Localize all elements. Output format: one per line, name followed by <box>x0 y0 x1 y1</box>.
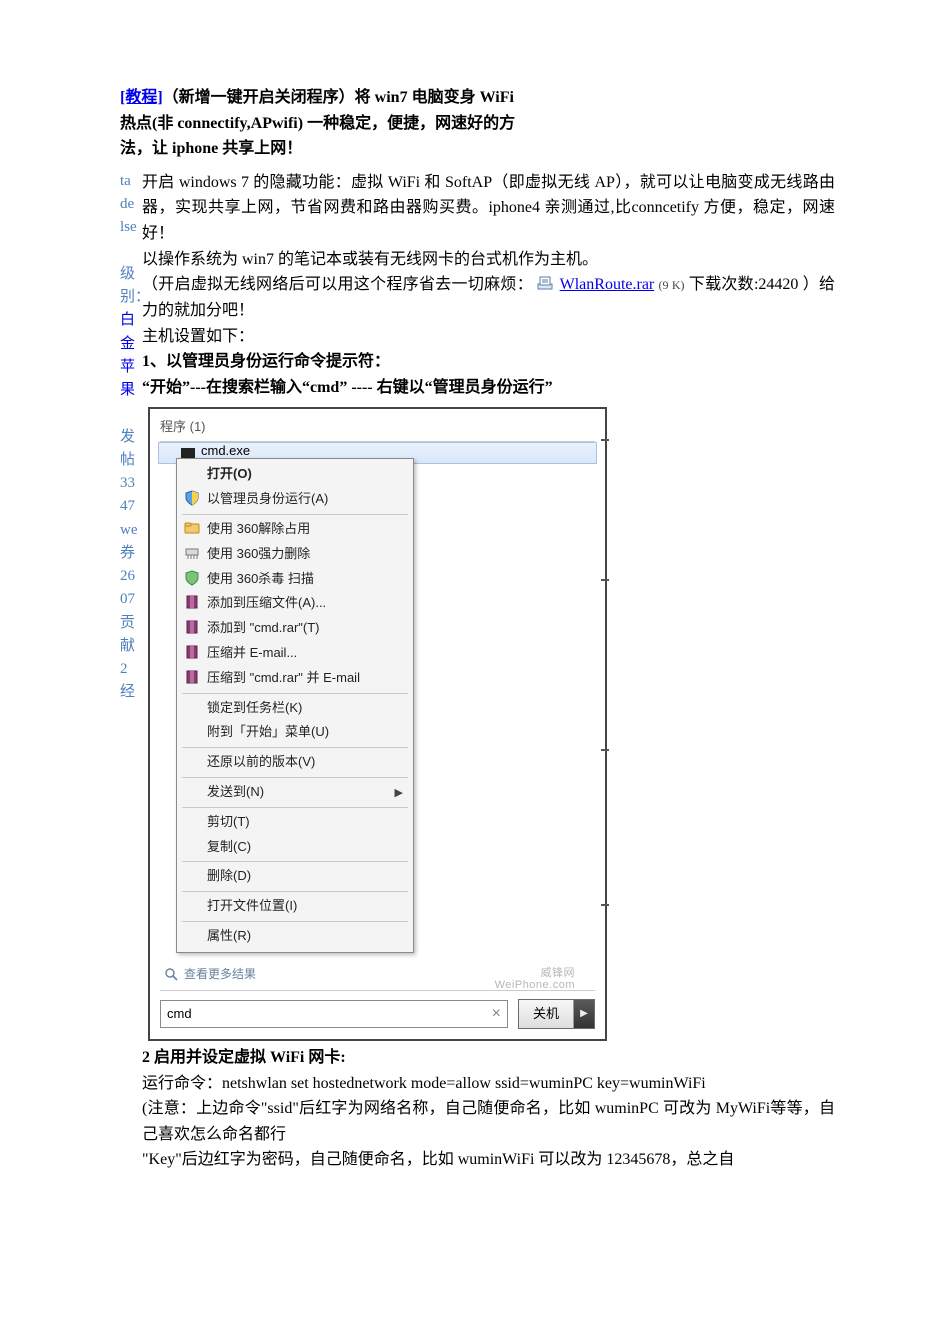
context-menu: 打开(O) 以管理员身份运行(A) 使用 360解除占用 <box>176 458 414 952</box>
watermark-top: 威锋网 <box>495 967 575 979</box>
menu-360-unlock[interactable]: 使用 360解除占用 <box>179 517 411 542</box>
search-input-value: cmd <box>167 1004 192 1025</box>
shredder-icon <box>184 545 200 561</box>
see-more-results[interactable]: 查看更多结果 威锋网 WeiPhone.com <box>164 965 595 984</box>
posts-value: 3347 <box>120 475 135 514</box>
menu-open-location-label: 打开文件位置(I) <box>207 896 297 917</box>
antivirus-shield-icon <box>184 570 200 586</box>
menu-open-location[interactable]: 打开文件位置(I) <box>179 894 411 919</box>
menu-add-archive[interactable]: 添加到压缩文件(A)... <box>179 591 411 616</box>
attachment-link[interactable]: WlanRoute.rar <box>560 276 655 293</box>
step-2-command: 运行命令：netshwlan set hostednetwork mode=al… <box>142 1071 835 1097</box>
archive-icon <box>184 669 200 685</box>
menu-add-cmd-rar[interactable]: 添加到 "cmd.rar"(T) <box>179 616 411 641</box>
attachment-icon <box>537 273 553 299</box>
download-pre-text: （开启虚拟无线网络后可以用这个程序省去一切麻烦： <box>142 276 533 293</box>
user-info-sidebar: tadelse 级别： 白金苹果 发帖 3347 we券 2607 贡献 2 经 <box>120 170 142 705</box>
menu-compress-email-label: 压缩并 E-mail... <box>207 643 297 664</box>
paragraph-intro: 开启 windows 7 的隐藏功能：虚拟 WiFi 和 SoftAP（即虚拟无… <box>142 170 835 247</box>
title-part-3: 法，让 iphone 共享上网！ <box>120 140 302 157</box>
menu-run-as-admin-label: 以管理员身份运行(A) <box>207 489 328 510</box>
post-title: [教程]（新增一键开启关闭程序）将 win7 电脑变身 WiFi 热点(非 co… <box>120 85 835 162</box>
menu-delete[interactable]: 删除(D) <box>179 864 411 889</box>
menu-compress-cmd-email[interactable]: 压缩到 "cmd.rar" 并 E-mail <box>179 666 411 691</box>
menu-copy[interactable]: 复制(C) <box>179 835 411 860</box>
document-page: [教程]（新增一键开启关闭程序）将 win7 电脑变身 WiFi 热点(非 co… <box>0 0 945 1337</box>
menu-properties-label: 属性(R) <box>207 926 251 947</box>
posts-label: 发帖 <box>120 429 135 468</box>
search-icon <box>164 967 178 981</box>
page-break-tick <box>601 749 609 751</box>
menu-add-cmd-rar-label: 添加到 "cmd.rar"(T) <box>207 618 320 639</box>
exp-label: 经 <box>120 684 135 700</box>
menu-restore-previous-label: 还原以前的版本(V) <box>207 752 315 773</box>
shutdown-label: 关机 <box>519 1000 574 1028</box>
step-2-title: 2 启用并设定虚拟 WiFi 网卡: <box>142 1045 835 1071</box>
menu-delete-label: 删除(D) <box>207 866 251 887</box>
attachment-size: (9 K) <box>659 278 685 292</box>
menu-pin-start-label: 附到「开始」菜单(U) <box>207 722 329 743</box>
menu-compress-email[interactable]: 压缩并 E-mail... <box>179 641 411 666</box>
contrib-value: 2 <box>120 661 128 677</box>
coupon-label: we券 <box>120 522 138 561</box>
step-1-title: 1、以管理员身份运行命令提示符： <box>142 349 835 375</box>
step-2-note-key: "Key"后边红字为密码，自己随便命名，比如 wuminWiFi 可以改为 12… <box>142 1147 835 1173</box>
page-break-tick <box>601 439 609 441</box>
page-break-tick <box>601 579 609 581</box>
menu-send-to-label: 发送到(N) <box>207 782 264 803</box>
menu-360-unlock-label: 使用 360解除占用 <box>207 519 310 540</box>
menu-360-force-delete-label: 使用 360强力删除 <box>207 544 310 565</box>
step-2-note-ssid: (注意：上边命令"ssid"后红字为网络名称，自己随便命名，比如 wuminPC… <box>142 1096 835 1147</box>
folder-icon <box>184 520 200 536</box>
title-part-2: 热点(非 connectify,APwifi) 一种稳定，便捷，网速好的方 <box>120 115 515 132</box>
menu-copy-label: 复制(C) <box>207 837 251 858</box>
menu-pin-taskbar[interactable]: 锁定到任务栏(K) <box>179 696 411 721</box>
submenu-arrow-icon: ▶ <box>395 785 403 803</box>
title-part-1: （新增一键开启关闭程序）将 win7 电脑变身 WiFi <box>163 89 514 106</box>
archive-icon <box>184 644 200 660</box>
menu-compress-cmd-email-label: 压缩到 "cmd.rar" 并 E-mail <box>207 668 360 689</box>
menu-360-scan-label: 使用 360杀毒 扫描 <box>207 569 314 590</box>
contrib-label: 贡献 <box>120 615 135 654</box>
programs-heading: 程序 (1) <box>160 417 595 438</box>
menu-open[interactable]: 打开(O) <box>179 462 411 487</box>
start-search-input[interactable]: cmd × <box>160 1000 508 1028</box>
shutdown-dropdown-arrow-icon[interactable]: ▶ <box>574 1000 594 1028</box>
username-vertical: tadelse <box>120 173 137 236</box>
see-more-label: 查看更多结果 <box>184 965 256 984</box>
menu-run-as-admin[interactable]: 以管理员身份运行(A) <box>179 487 411 512</box>
coupon-value: 2607 <box>120 568 135 607</box>
watermark-bottom: WeiPhone.com <box>495 979 575 991</box>
menu-open-label: 打开(O) <box>207 464 252 485</box>
menu-cut-label: 剪切(T) <box>207 812 250 833</box>
menu-add-archive-label: 添加到压缩文件(A)... <box>207 593 326 614</box>
tutorial-tag-link[interactable]: [教程] <box>120 89 163 106</box>
menu-360-scan[interactable]: 使用 360杀毒 扫描 <box>179 567 411 592</box>
paragraph-setup-intro: 主机设置如下： <box>142 324 835 350</box>
menu-restore-previous[interactable]: 还原以前的版本(V) <box>179 750 411 775</box>
menu-cut[interactable]: 剪切(T) <box>179 810 411 835</box>
clear-search-icon[interactable]: × <box>492 1001 501 1027</box>
menu-pin-taskbar-label: 锁定到任务栏(K) <box>207 698 302 719</box>
paragraph-download: （开启虚拟无线网络后可以用这个程序省去一切麻烦： WlanRoute.rar (… <box>142 272 835 324</box>
shield-icon <box>184 490 200 506</box>
archive-icon <box>184 594 200 610</box>
menu-properties[interactable]: 属性(R) <box>179 924 411 949</box>
step-1-desc: “开始”---在搜索栏输入“cmd” ---- 右键以“管理员身份运行” <box>142 375 835 401</box>
shutdown-button[interactable]: 关机 ▶ <box>518 999 595 1029</box>
paragraph-requirement: 以操作系统为 win7 的笔记本或装有无线网卡的台式机作为主机。 <box>142 247 835 273</box>
level-value-link[interactable]: 白金苹果 <box>120 312 135 398</box>
watermark: 威锋网 WeiPhone.com <box>495 967 575 991</box>
menu-send-to[interactable]: 发送到(N) ▶ <box>179 780 411 805</box>
page-break-tick <box>601 904 609 906</box>
context-menu-screenshot: 程序 (1) cmd.exe 打开(O) 以管理员身份运行(A) <box>148 407 607 1041</box>
archive-icon <box>184 619 200 635</box>
menu-pin-start[interactable]: 附到「开始」菜单(U) <box>179 720 411 745</box>
post-body: 开启 windows 7 的隐藏功能：虚拟 WiFi 和 SoftAP（即虚拟无… <box>142 170 835 1173</box>
menu-360-force-delete[interactable]: 使用 360强力删除 <box>179 542 411 567</box>
